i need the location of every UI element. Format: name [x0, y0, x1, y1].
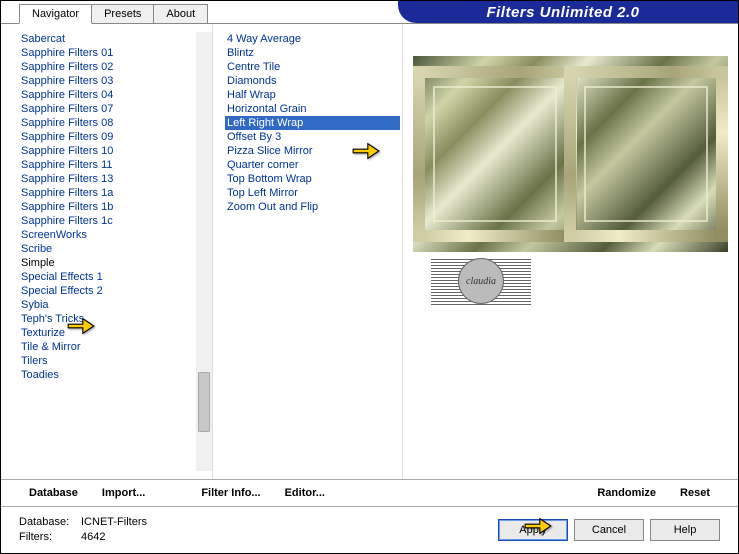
db-value: ICNET-Filters: [81, 515, 147, 530]
list-item[interactable]: Sapphire Filters 13: [19, 172, 210, 186]
list-item[interactable]: Centre Tile: [225, 60, 400, 74]
watermark-text: claudia: [458, 258, 504, 304]
app-title: Filters Unlimited 2.0: [398, 1, 738, 23]
list-item[interactable]: Top Left Mirror: [225, 186, 400, 200]
filter-info-button[interactable]: Filter Info...: [191, 485, 270, 501]
db-label: Database:: [19, 515, 81, 530]
list-item[interactable]: Half Wrap: [225, 88, 400, 102]
list-item[interactable]: Sapphire Filters 09: [19, 130, 210, 144]
preview-image: [413, 56, 728, 252]
list-item[interactable]: Tilers: [19, 354, 210, 368]
list-item[interactable]: Sapphire Filters 11: [19, 158, 210, 172]
import-button[interactable]: Import...: [92, 485, 155, 501]
list-item[interactable]: Sybia: [19, 298, 210, 312]
list-item[interactable]: Simple: [19, 256, 210, 270]
list-item[interactable]: Sapphire Filters 1c: [19, 214, 210, 228]
filter-list[interactable]: 4 Way AverageBlintzCentre TileDiamondsHa…: [225, 32, 400, 471]
preview-frame-left: [413, 66, 577, 242]
list-item[interactable]: Sapphire Filters 01: [19, 46, 210, 60]
list-item[interactable]: ScreenWorks: [19, 228, 210, 242]
help-button[interactable]: Help: [650, 519, 720, 541]
list-item[interactable]: Left Right Wrap: [225, 116, 400, 130]
list-item[interactable]: Sapphire Filters 02: [19, 60, 210, 74]
cancel-button[interactable]: Cancel: [574, 519, 644, 541]
tab-bar: Navigator Presets About: [19, 4, 207, 23]
list-item[interactable]: Toadies: [19, 368, 210, 382]
toolbar: Database Import... Filter Info... Editor…: [1, 479, 738, 507]
editor-button[interactable]: Editor...: [275, 485, 335, 501]
list-item[interactable]: Sapphire Filters 03: [19, 74, 210, 88]
list-item[interactable]: Zoom Out and Flip: [225, 200, 400, 214]
tab-presets[interactable]: Presets: [91, 4, 154, 23]
database-button[interactable]: Database: [19, 485, 88, 501]
status-info: Database: ICNET-Filters Filters: 4642: [19, 515, 147, 545]
list-item[interactable]: Sapphire Filters 1b: [19, 200, 210, 214]
scroll-thumb[interactable]: [198, 372, 210, 432]
list-item[interactable]: Pizza Slice Mirror: [225, 144, 400, 158]
list-item[interactable]: Horizontal Grain: [225, 102, 400, 116]
list-item[interactable]: Sapphire Filters 1a: [19, 186, 210, 200]
list-item[interactable]: Top Bottom Wrap: [225, 172, 400, 186]
list-item[interactable]: Special Effects 1: [19, 270, 210, 284]
button-row: Apply Cancel Help: [498, 519, 720, 541]
tab-navigator[interactable]: Navigator: [19, 4, 92, 24]
list-item[interactable]: Sapphire Filters 04: [19, 88, 210, 102]
bottom-bar: Database: ICNET-Filters Filters: 4642 Ap…: [1, 507, 738, 553]
tab-about[interactable]: About: [153, 4, 208, 23]
list-item[interactable]: Texturize: [19, 326, 210, 340]
list-item[interactable]: Blintz: [225, 46, 400, 60]
category-list[interactable]: SabercatSapphire Filters 01Sapphire Filt…: [19, 32, 210, 471]
filters-value: 4642: [81, 530, 105, 545]
list-item[interactable]: Sapphire Filters 10: [19, 144, 210, 158]
list-item[interactable]: Scribe: [19, 242, 210, 256]
header: Navigator Presets About Filters Unlimite…: [1, 1, 738, 24]
preview-column: Left Right Wrap: [403, 24, 738, 479]
filter-column: 4 Way AverageBlintzCentre TileDiamondsHa…: [213, 24, 403, 479]
list-item[interactable]: 4 Way Average: [225, 32, 400, 46]
list-item[interactable]: Sapphire Filters 08: [19, 116, 210, 130]
watermark-badge: claudia: [431, 257, 531, 305]
list-item[interactable]: Sabercat: [19, 32, 210, 46]
list-item[interactable]: Offset By 3: [225, 130, 400, 144]
scrollbar[interactable]: [196, 32, 212, 471]
list-item[interactable]: Special Effects 2: [19, 284, 210, 298]
randomize-button[interactable]: Randomize: [587, 485, 666, 501]
reset-button[interactable]: Reset: [670, 485, 720, 501]
main-area: SabercatSapphire Filters 01Sapphire Filt…: [1, 24, 738, 479]
list-item[interactable]: Diamonds: [225, 74, 400, 88]
list-item[interactable]: Sapphire Filters 07: [19, 102, 210, 116]
list-item[interactable]: Teph's Tricks: [19, 312, 210, 326]
list-item[interactable]: Quarter corner: [225, 158, 400, 172]
category-column: SabercatSapphire Filters 01Sapphire Filt…: [1, 24, 213, 479]
apply-button[interactable]: Apply: [498, 519, 568, 541]
list-item[interactable]: Tile & Mirror: [19, 340, 210, 354]
preview-frame-right: [564, 66, 728, 242]
filters-label: Filters:: [19, 530, 81, 545]
